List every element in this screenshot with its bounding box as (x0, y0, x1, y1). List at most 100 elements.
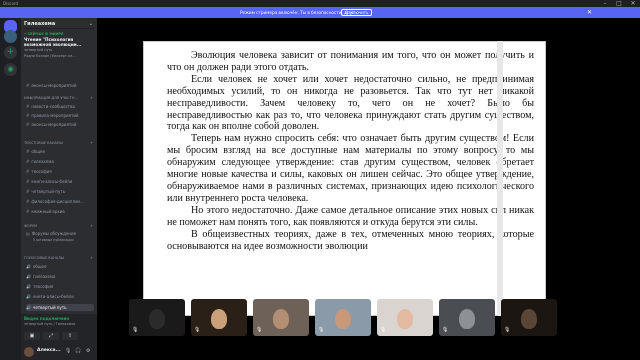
voice-channel-item[interactable]: 🔊 гилеахема (26, 273, 94, 280)
participant-tile[interactable]: 🎙 (377, 299, 433, 336)
gear-icon[interactable]: ⚙ (86, 348, 90, 354)
add-channel-icon[interactable]: + (90, 96, 93, 100)
hash-icon: # (26, 122, 30, 127)
paragraph: Теперь нам нужно спросить себя: что озна… (167, 133, 534, 204)
voice-channel-item[interactable]: 🔊 книги-алисы-бейли (26, 293, 94, 300)
live-speaker: Родни Коллин (Мансерт-кл... (24, 54, 76, 58)
participant-video (211, 308, 227, 329)
user-panel: Алекса... 🎙 🎧 ⚙ (21, 344, 97, 360)
hash-icon: # (26, 159, 30, 164)
voice-channel-item[interactable]: 🔊 общее (26, 263, 94, 270)
server-icon[interactable] (4, 30, 17, 43)
hash-icon: # (26, 209, 30, 214)
live-tag: • СЕЙЧАС В ЭФИРЕ (24, 32, 64, 36)
streamer-mode-banner: Режим стримера включён. Ты в безопасност… (0, 7, 640, 18)
channel-item[interactable]: # анонсы-мероприятий (26, 82, 94, 89)
microphone-icon: 🎙 (256, 327, 263, 333)
hash-icon: # (26, 113, 30, 118)
channel-item[interactable]: # гилеахема (26, 158, 94, 165)
screen-share-button[interactable]: ⤢ (43, 332, 59, 340)
category-forum[interactable]: ФОРУМ + (24, 224, 94, 228)
paragraph: В общеизвестных теориях, даже в тех, отм… (167, 228, 534, 252)
server-header[interactable]: Гилеахема ⌄ (24, 19, 94, 29)
shared-document: Эволюция человека зависит от понимания и… (143, 41, 546, 316)
add-server-icon[interactable]: + (4, 46, 17, 59)
headset-icon[interactable]: 🎧 (75, 348, 81, 354)
speaker-icon: 🔊 (26, 274, 31, 279)
participant-tile[interactable]: 🎙 (439, 299, 495, 336)
hash-icon: # (26, 189, 30, 194)
hash-icon: # (26, 179, 30, 184)
channel-sidebar: Гилеахема ⌄ • СЕЙЧАС В ЭФИРЕ Чтение "Пси… (21, 18, 97, 344)
microphone-icon: 🎙 (504, 327, 511, 333)
speaker-icon: 🔊 (26, 264, 31, 269)
participant-tile[interactable]: 🎙 (501, 299, 557, 336)
participant-video (149, 308, 165, 329)
hash-icon: # (26, 149, 30, 154)
channel-item[interactable]: # общее (26, 148, 94, 155)
server-rail: + ◉ (0, 18, 21, 360)
speaker-icon: 🔊 (26, 305, 31, 310)
voice-status: Видео подключено (24, 316, 70, 321)
paragraph: Эволюция человека зависит от понимания и… (167, 50, 534, 73)
participant-video (335, 308, 351, 329)
paragraph: Но этого недостаточно. Даже самое деталь… (167, 204, 534, 228)
microphone-icon[interactable]: 🎙 (65, 348, 71, 354)
channel-item[interactable]: # книжный-архив (26, 208, 94, 215)
voice-channel-item-active[interactable]: 🔊 четвертый путь (26, 304, 94, 311)
voice-channel-item[interactable]: 🔊 теософия (26, 283, 94, 290)
disable-streamer-mode-button[interactable]: Отключить (341, 9, 373, 16)
live-channel: четвертый путь (24, 48, 53, 52)
username[interactable]: Алекса... (37, 348, 61, 353)
microphone-icon: 🎙 (318, 327, 325, 333)
add-channel-icon[interactable]: + (90, 256, 93, 260)
channel-item[interactable]: # книги-алисы-бейли (26, 178, 94, 185)
participant-video (273, 308, 289, 329)
activity-button[interactable]: ⇪ (62, 332, 78, 340)
participant-tile[interactable]: 🎙 (191, 299, 247, 336)
channel-item[interactable]: # философия-дисциплин... (26, 198, 94, 205)
speaker-icon: 🔊 (26, 284, 31, 289)
microphone-icon: 🎙 (132, 327, 139, 333)
hash-icon: # (26, 83, 30, 88)
channel-item[interactable]: # анонсы-мероприятий (26, 121, 94, 128)
participant-tile[interactable]: 🎙 (315, 299, 371, 336)
hash-icon: # (26, 169, 30, 174)
channel-item[interactable]: # теософия (26, 168, 94, 175)
participant-tile[interactable]: 🎙 (253, 299, 309, 336)
forum-icon: ▤ (26, 231, 30, 236)
voice-channel-path[interactable]: четвертый путь / Гилеахема (24, 322, 75, 326)
server-name: Гилеахема (24, 21, 56, 27)
category-voice[interactable]: ГОЛОСОВЫЕ КАНАЛЫ + (24, 256, 94, 260)
paragraph: Если человек не хочет или хочет недостат… (167, 73, 534, 133)
participant-video (397, 308, 413, 329)
forum-item[interactable]: ▤ Форумы обсуждения 5 активные публикации (26, 231, 94, 245)
category-info[interactable]: ИНФОРМАЦИЯ ДЛЯ УЧАСТН... + (24, 96, 94, 100)
explore-icon[interactable]: ◉ (4, 63, 17, 76)
channel-item[interactable]: # новости-сообщества (26, 103, 94, 110)
microphone-icon: 🎙 (380, 327, 387, 333)
add-channel-icon[interactable]: + (90, 224, 93, 228)
banner-close-icon[interactable]: ✕ (587, 7, 592, 18)
category-text[interactable]: ТЕКСТОВЫЕ КАНАЛЫ + (24, 141, 94, 145)
live-stage-card[interactable]: • СЕЙЧАС В ЭФИРЕ Чтение "Психология возм… (24, 32, 94, 82)
microphone-icon: 🎙 (442, 327, 449, 333)
participant-video (459, 308, 475, 329)
hash-icon: # (26, 104, 30, 109)
microphone-icon: 🎙 (194, 327, 201, 333)
speaker-icon: 🔊 (26, 294, 31, 299)
channel-item[interactable]: # правила-мероприятий (26, 112, 94, 119)
avatar[interactable] (24, 347, 34, 357)
hash-icon: # (26, 199, 30, 204)
channel-item[interactable]: # четвертый-путь (26, 188, 94, 195)
chevron-down-icon: ⌄ (88, 21, 93, 27)
banner-text: Режим стримера включён. Ты в безопасност… (240, 10, 356, 15)
add-channel-icon[interactable]: + (90, 141, 93, 145)
camera-button[interactable]: ▣ (24, 332, 40, 340)
participant-tile[interactable]: 🎙 (129, 299, 185, 336)
document-scrollbar[interactable] (497, 41, 503, 316)
live-title: Чтение "Психология возможной эволюции... (24, 37, 82, 47)
participant-video (521, 308, 537, 329)
participant-tiles: 🎙 🎙 🎙 🎙 🎙 🎙 🎙 (129, 299, 569, 336)
voice-connection-panel: Видео подключено четвертый путь / Гилеах… (21, 314, 97, 344)
